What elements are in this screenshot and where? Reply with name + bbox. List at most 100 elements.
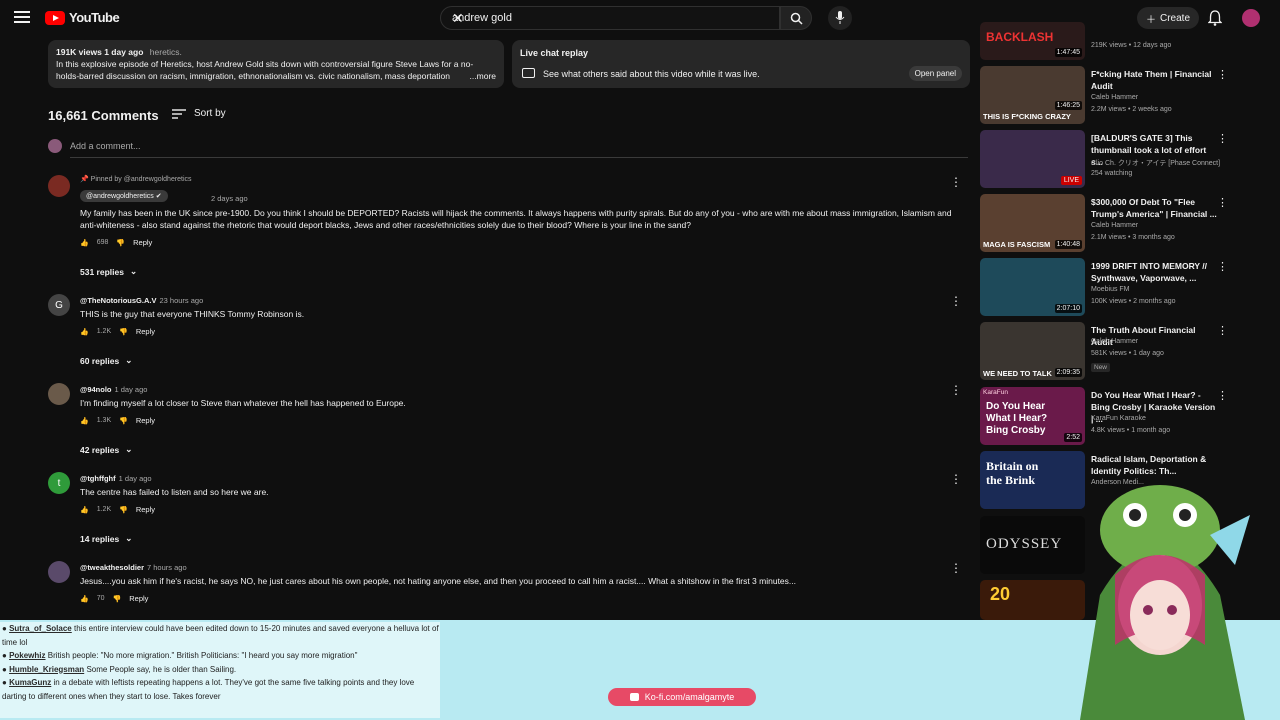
more-actions-icon[interactable]: ⋮ (1217, 68, 1228, 81)
comment-actions: 👍 1.2K 👎 Reply (80, 505, 155, 514)
reply-button[interactable]: Reply (136, 416, 155, 425)
search-icon (790, 12, 803, 25)
dislike-button[interactable]: 👎 (113, 595, 122, 603)
menu-icon[interactable] (14, 11, 30, 23)
comment-header: @TheNotoriousG.A.V 23 hours ago (80, 296, 204, 305)
clear-search-icon[interactable]: ✕ (452, 10, 771, 27)
more-actions-icon[interactable]: ⋮ (950, 472, 962, 486)
search-button[interactable] (780, 6, 812, 30)
video-duration: 1:40:48 (1054, 240, 1082, 249)
chevron-down-icon: ⌄ (129, 266, 138, 276)
video-thumbnail[interactable]: KaraFun Do You Hear What I Hear? Bing Cr… (980, 387, 1085, 445)
sort-by-button[interactable]: Sort by (172, 108, 226, 119)
replies-toggle[interactable]: 531 replies ⌄ (80, 266, 137, 277)
like-count: 70 (96, 595, 105, 602)
video-title: F*cking Hate Them | Financial Audit (1091, 69, 1212, 91)
chat-message: ● Pokewhiz British people: "No more migr… (2, 651, 358, 660)
reply-button[interactable]: Reply (129, 594, 148, 603)
sidebar-video[interactable]: THIS IS F*CKING CRAZY 1:46:25 F*cking Ha… (980, 66, 1240, 126)
more-link[interactable]: ...more (467, 70, 496, 82)
voice-search-button[interactable] (828, 6, 852, 30)
replies-toggle[interactable]: 60 replies ⌄ (80, 355, 132, 366)
kofi-link: Ko-fi.com/amalgamyte (644, 692, 735, 702)
reply-button[interactable]: Reply (133, 238, 152, 247)
avatar: G (48, 294, 70, 316)
video-thumbnail[interactable]: 2:07:10 (980, 258, 1085, 316)
dislike-button[interactable]: 👎 (119, 506, 128, 514)
like-button[interactable]: 👍 (80, 328, 89, 336)
video-meta: 2.2M views • 2 weeks ago (1091, 106, 1172, 113)
video-description[interactable]: 191K views 1 day ago heretics. In this e… (48, 40, 504, 88)
chat-message: ● Sutra_of_Solace this entire interview … (2, 624, 439, 647)
chat-icon (522, 68, 535, 78)
like-count: 698 (96, 239, 109, 246)
video-thumbnail[interactable]: WE NEED TO TALK 2:09:35 (980, 322, 1085, 380)
video-meta: 219K views • 12 days ago (1091, 42, 1172, 49)
thumbnail-text: ODYSSEY (986, 536, 1063, 552)
reply-button[interactable]: Reply (136, 505, 155, 514)
replies-count: 60 replies (80, 355, 120, 366)
like-count: 1.3K (96, 417, 112, 424)
author-chip[interactable]: @andrewgoldheretics ✔ (80, 190, 168, 202)
sidebar-video[interactable]: MAGA IS FASCISM 1:40:48 $300,000 Of Debt… (980, 194, 1240, 254)
replies-count: 42 replies (80, 444, 120, 455)
search-input[interactable]: andrew gold ✕ (440, 6, 780, 30)
add-comment[interactable]: Add a comment... (48, 139, 968, 158)
sidebar-video[interactable]: WE NEED TO TALK 2:09:35 The Truth About … (980, 322, 1240, 382)
sort-label: Sort by (194, 108, 226, 119)
video-thumbnail[interactable]: BACKLASH 1:47:45 (980, 22, 1085, 60)
more-actions-icon[interactable]: ⋮ (950, 383, 962, 397)
add-comment-input[interactable]: Add a comment... (70, 141, 141, 151)
like-button[interactable]: 👍 (80, 239, 89, 247)
live-badge: LIVE (1060, 176, 1082, 185)
avatar (48, 561, 70, 583)
video-meta: 254 watching (1091, 170, 1133, 177)
video-duration: 2:07:10 (1054, 304, 1082, 313)
video-thumbnail[interactable]: LIVE (980, 130, 1085, 188)
kofi-cup-icon (629, 693, 639, 701)
comment-item: @tweakthesoldier 7 hours ago Jesus....you… (48, 561, 970, 611)
video-thumbnail[interactable]: THIS IS F*CKING CRAZY 1:46:25 (980, 66, 1085, 124)
new-badge: New (1091, 363, 1111, 372)
thumbnail-text: Britain on the Brink (986, 459, 1039, 487)
sidebar-video[interactable]: KaraFun Do You Hear What I Hear? Bing Cr… (980, 387, 1240, 447)
dislike-button[interactable]: 👎 (116, 239, 125, 247)
thumbnail-brand: KaraFun (983, 389, 1008, 396)
sidebar-video[interactable]: LIVE [BALDUR'S GATE 3] This thumbnail to… (980, 130, 1240, 190)
more-actions-icon[interactable]: ⋮ (1217, 324, 1228, 337)
like-button[interactable]: 👍 (80, 506, 89, 514)
open-panel-button[interactable]: Open panel (908, 66, 962, 81)
replies-toggle[interactable]: 14 replies ⌄ (80, 533, 132, 544)
more-actions-icon[interactable]: ⋮ (1217, 132, 1228, 145)
more-actions-icon[interactable]: ⋮ (1217, 389, 1228, 402)
like-button[interactable]: 👍 (80, 595, 89, 603)
comment-text: My family has been in the UK since pre-1… (80, 208, 952, 230)
thumbnail-text: MAGA IS FASCISM (983, 240, 1051, 249)
replies-toggle[interactable]: 42 replies ⌄ (80, 444, 132, 455)
dislike-button[interactable]: 👎 (119, 417, 128, 425)
comment-header: @tweakthesoldier 7 hours ago (80, 563, 187, 572)
vtuber-avatar-icon (1080, 485, 1250, 720)
comment-header: @94nolo 1 day ago (80, 385, 148, 394)
like-count: 1.2K (96, 328, 112, 335)
like-button[interactable]: 👍 (80, 417, 89, 425)
reply-button[interactable]: Reply (136, 327, 155, 336)
more-actions-icon[interactable]: ⋮ (1217, 260, 1228, 273)
video-meta: 2.1M views • 3 months ago (1091, 234, 1175, 241)
more-actions-icon[interactable]: ⋮ (1217, 196, 1228, 209)
video-thumbnail[interactable]: MAGA IS FASCISM 1:40:48 (980, 194, 1085, 252)
notifications-button[interactable] (1207, 10, 1223, 31)
account-avatar[interactable] (1242, 9, 1260, 27)
sidebar-video[interactable]: 2:07:10 1999 DRIFT INTO MEMORY // Synthw… (980, 258, 1240, 318)
description-text: In this explosive episode of Heretics, h… (56, 59, 474, 81)
channel-name: Moebius FM (1091, 286, 1130, 293)
dislike-button[interactable]: 👎 (119, 328, 128, 336)
create-button[interactable]: ＋ Create (1137, 7, 1199, 29)
more-actions-icon[interactable]: ⋮ (950, 294, 962, 308)
video-title: $300,000 Of Debt To "Flee Trump's Americ… (1091, 197, 1217, 219)
youtube-logo[interactable]: YouTube (45, 10, 120, 25)
logo-text: YouTube (69, 10, 120, 25)
more-actions-icon[interactable]: ⋮ (950, 561, 962, 575)
more-actions-icon[interactable]: ⋮ (950, 175, 962, 189)
sidebar-video[interactable]: BACKLASH 1:47:45 219K views • 12 days ag… (980, 22, 1240, 60)
